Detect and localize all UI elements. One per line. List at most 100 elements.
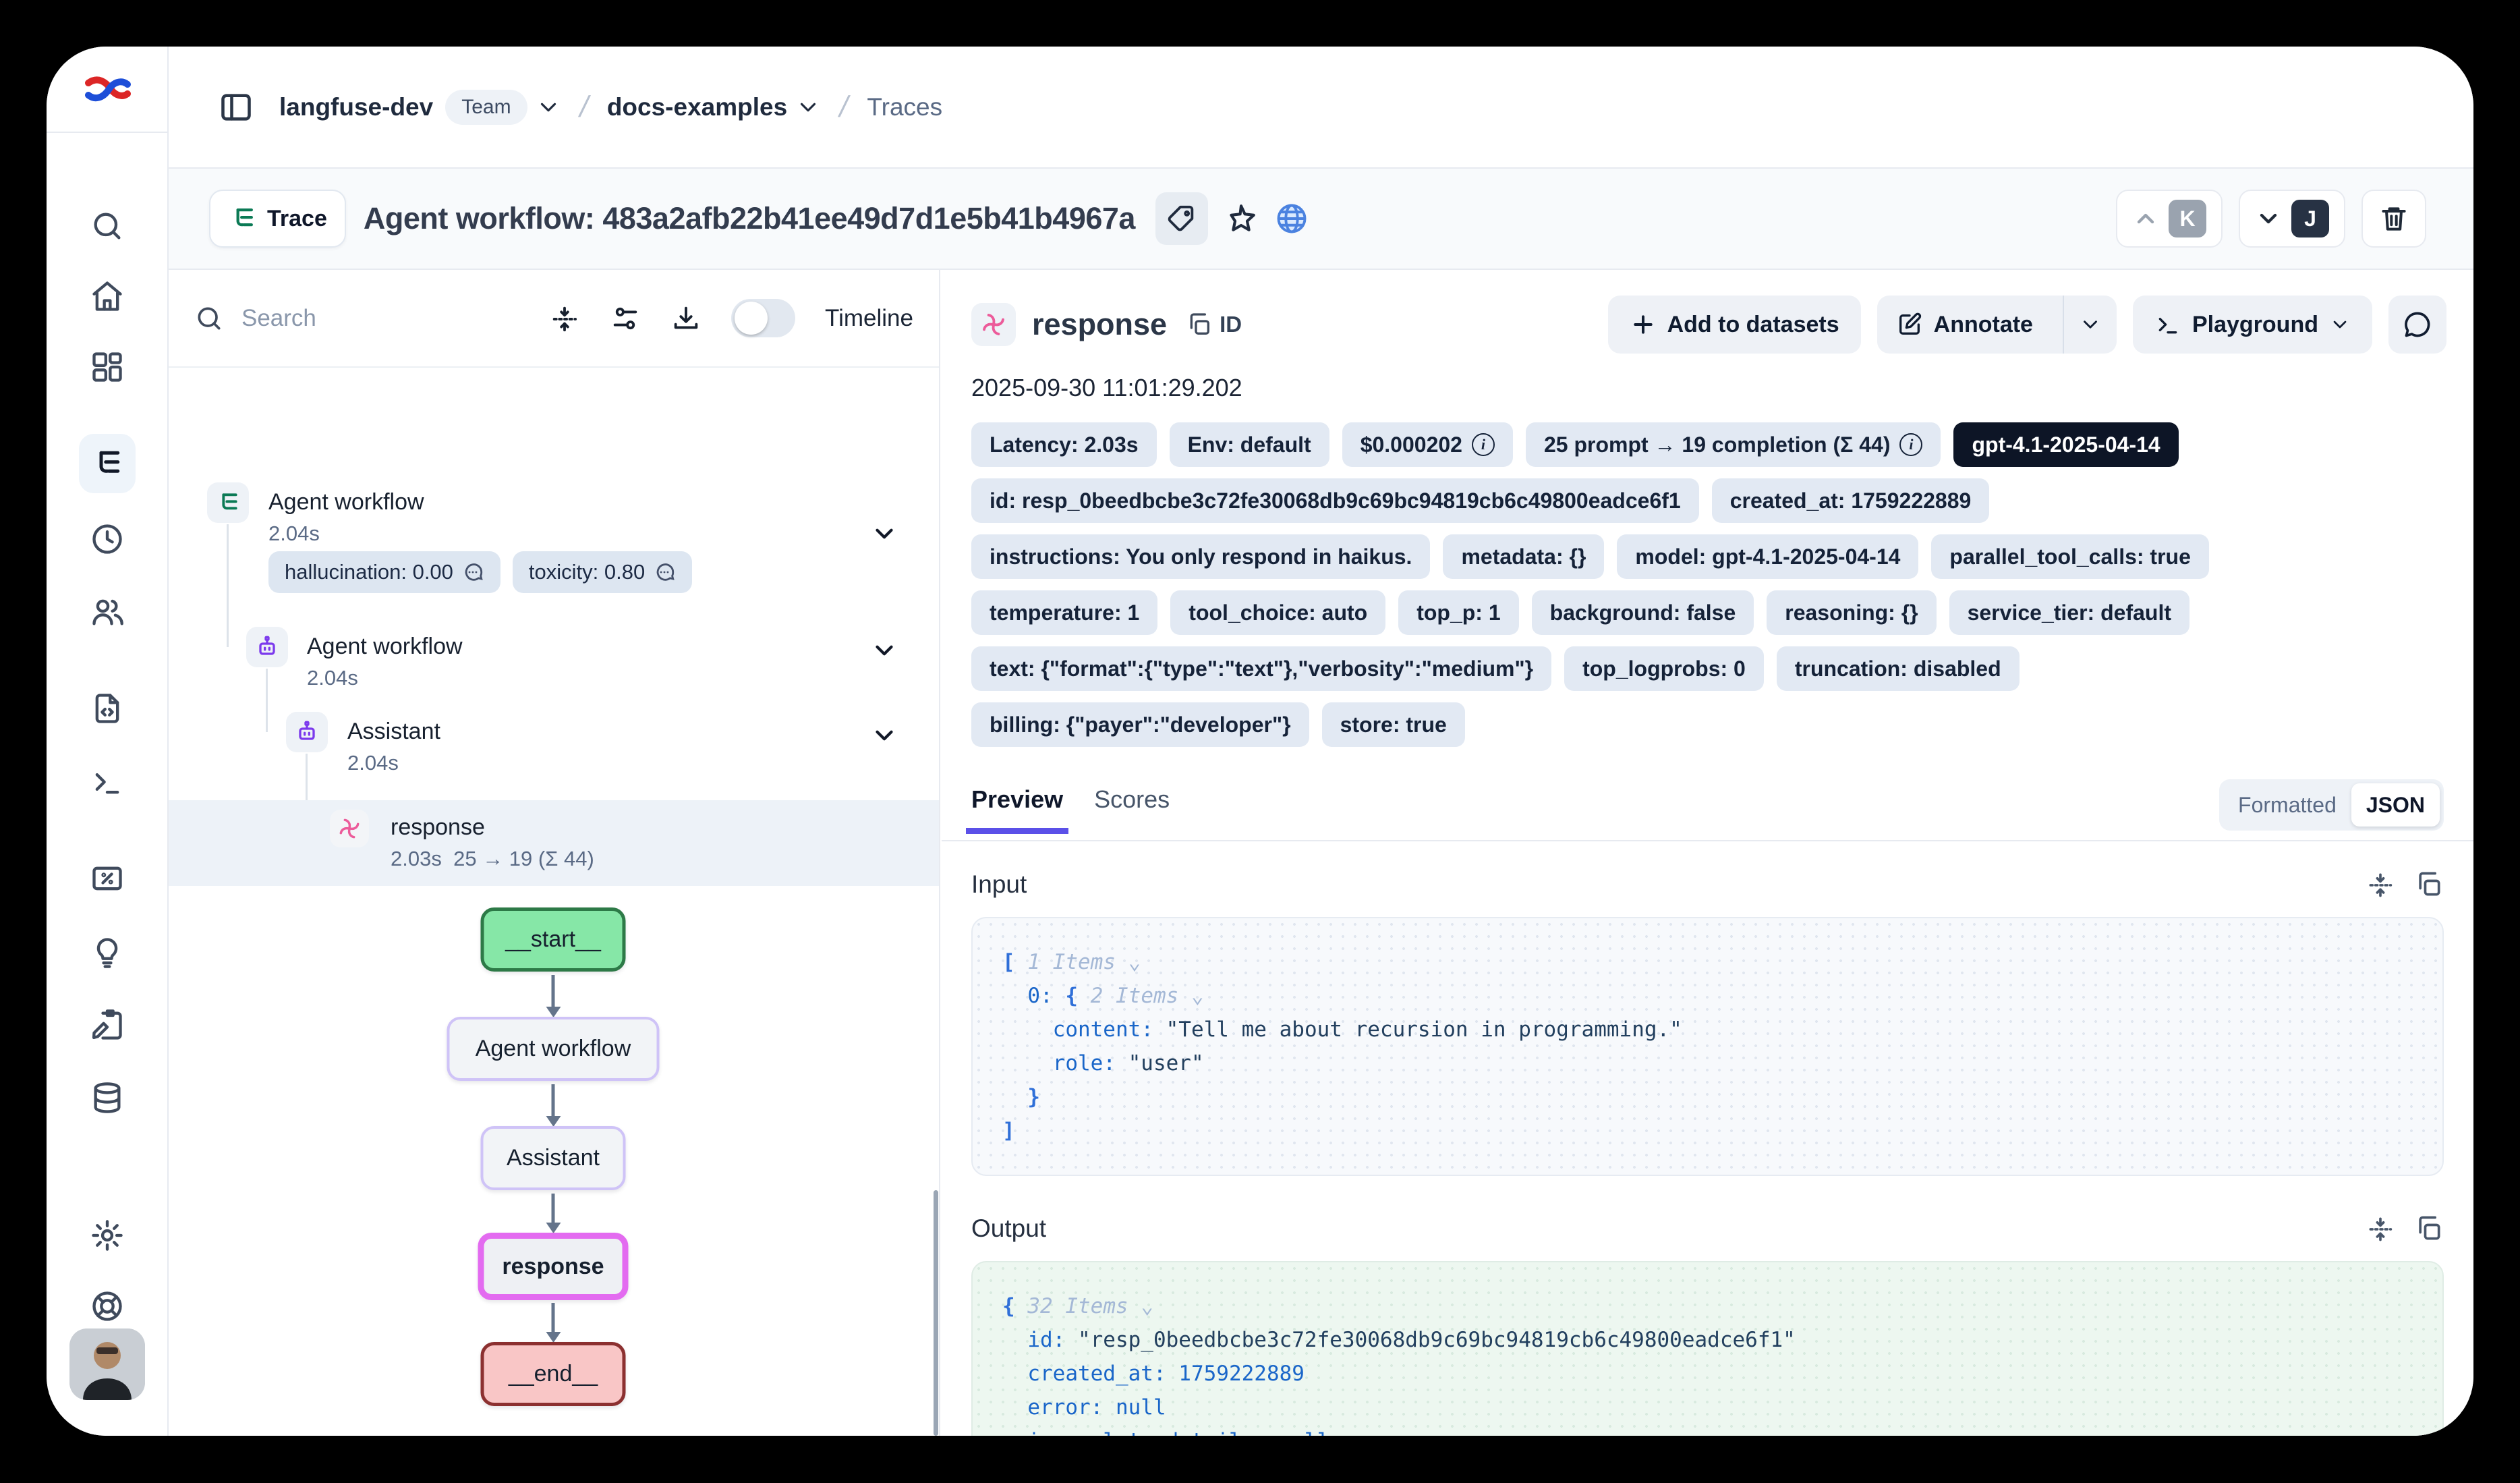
rail-dashboards-icon[interactable]	[47, 349, 167, 385]
format-option-formatted[interactable]: Formatted	[2223, 793, 2351, 818]
rail-traces-icon-active[interactable]	[47, 434, 167, 493]
json-token: :	[1153, 1362, 1178, 1386]
project-name[interactable]: docs-examples	[607, 93, 787, 121]
json-collapse-chevron[interactable]: ⌄	[1128, 950, 1141, 974]
playground-button[interactable]: Playground	[2133, 296, 2372, 354]
next-trace-button[interactable]: J	[2239, 190, 2345, 248]
format-option-json[interactable]: JSON	[2351, 783, 2440, 827]
collapse-icon[interactable]	[2366, 870, 2395, 899]
breadcrumb-separator: /	[576, 90, 592, 124]
tab-preview[interactable]: Preview	[971, 785, 1063, 834]
timeline-toggle[interactable]	[731, 299, 795, 337]
score-chip[interactable]: hallucination: 0.00	[268, 551, 500, 593]
search-icon	[194, 304, 224, 333]
score-chip[interactable]: toxicity: 0.80	[513, 551, 692, 593]
metadata-badge: service_tier: defaulti	[1949, 590, 2189, 635]
filter-settings-icon[interactable]	[610, 303, 641, 334]
collapse-chevron-icon[interactable]	[870, 636, 898, 665]
rail-annotation-icon[interactable]	[47, 1007, 167, 1042]
search-input[interactable]	[241, 305, 444, 332]
tree-panel-scrollbar[interactable]	[934, 1190, 938, 1436]
observation-timestamp: 2025-09-30 11:01:29.202	[971, 374, 2473, 402]
rail-playground-icon[interactable]	[47, 764, 167, 800]
graph-edge	[552, 1194, 555, 1223]
rail-scores-icon[interactable]	[47, 861, 167, 896]
add-to-datasets-button[interactable]: Add to datasets	[1608, 296, 1861, 354]
json-collapse-chevron[interactable]: ⌄	[1141, 1294, 1153, 1318]
json-token: :	[1040, 984, 1065, 1008]
langfuse-logo[interactable]	[47, 47, 167, 133]
metadata-badge: parallel_tool_calls: truei	[1931, 534, 2208, 579]
copy-icon[interactable]	[2414, 870, 2444, 899]
metadata-badge: text: {"format":{"type":"text"},"verbosi…	[971, 646, 1551, 691]
rail-sessions-icon[interactable]	[47, 522, 167, 557]
graph-node-assistant[interactable]: Assistant	[481, 1126, 626, 1190]
breadcrumb-section[interactable]: Traces	[867, 93, 942, 121]
agent-node-icon[interactable]	[286, 712, 328, 752]
tree-node-label[interactable]: Assistant	[347, 719, 440, 745]
tag-icon[interactable]	[1155, 192, 1208, 245]
rail-home-icon[interactable]	[47, 279, 167, 314]
trace-node-icon[interactable]	[207, 482, 249, 523]
comments-button[interactable]	[2388, 296, 2446, 354]
info-icon[interactable]: i	[1472, 433, 1495, 456]
collapse-chevron-icon[interactable]	[870, 520, 898, 548]
metadata-badges: Latency: 2.03siEnv: defaulti$0.000202i25…	[971, 422, 2446, 747]
annotate-dropdown-button[interactable]	[2063, 296, 2117, 354]
selected-row-highlight	[169, 800, 939, 886]
rail-support-icon[interactable]	[47, 1289, 167, 1324]
plus-icon	[1630, 311, 1657, 338]
sidebar-toggle-icon[interactable]	[219, 90, 254, 125]
agent-node-icon[interactable]	[246, 627, 288, 667]
graph-node-end[interactable]: __end__	[481, 1342, 626, 1406]
detail-tabs: Preview Scores Formatted JSON	[942, 779, 2473, 840]
project-chevron-down-icon[interactable]	[795, 94, 821, 120]
annotate-button[interactable]: Annotate	[1877, 296, 2052, 354]
rail-evaluators-icon[interactable]	[47, 935, 167, 970]
tree-node-label[interactable]: response	[391, 814, 485, 841]
org-name[interactable]: langfuse-dev	[279, 93, 433, 121]
org-chevron-down-icon[interactable]	[536, 94, 561, 120]
metadata-badge: top_p: 1i	[1398, 590, 1518, 635]
info-icon[interactable]: i	[1899, 433, 1922, 456]
metadata-badge: model: gpt-4.1-2025-04-14i	[1617, 534, 1918, 579]
collapse-chevron-icon[interactable]	[870, 721, 898, 750]
download-icon[interactable]	[670, 303, 701, 334]
json-token: "user"	[1128, 1051, 1204, 1075]
generation-metrics: 2.03s 25 → 19 (Σ 44)	[391, 847, 594, 871]
tree-node-label[interactable]: Agent workflow	[268, 489, 424, 515]
graph-node-workflow[interactable]: Agent workflow	[447, 1017, 660, 1081]
tab-scores[interactable]: Scores	[1094, 785, 1170, 834]
delete-trace-button[interactable]	[2361, 190, 2426, 248]
star-icon[interactable]	[1224, 202, 1258, 235]
copy-icon[interactable]	[2414, 1214, 2444, 1243]
json-collapse-chevron[interactable]: ⌄	[1191, 984, 1204, 1008]
rail-datasets-icon[interactable]	[47, 1080, 167, 1115]
json-token: 0	[1027, 984, 1040, 1008]
prev-trace-button[interactable]: K	[2116, 190, 2223, 248]
metadata-badge: billing: {"payer":"developer"}i	[971, 702, 1309, 747]
graph-edge	[552, 975, 555, 1007]
rail-settings-icon[interactable]	[47, 1218, 167, 1253]
graph-node-response[interactable]: response	[478, 1233, 629, 1300]
format-toggle: Formatted JSON	[2219, 779, 2444, 831]
graph-node-start[interactable]: __start__	[481, 907, 626, 972]
generation-node-icon[interactable]	[330, 810, 369, 847]
json-token: 2 Items	[1078, 984, 1191, 1008]
trace-title: Agent workflow: 483a2afb22b41ee49d7d1e5b…	[364, 201, 1135, 236]
json-token	[1002, 1017, 1053, 1042]
rail-prompts-icon[interactable]	[47, 691, 167, 726]
metadata-badge: 25 prompt → 19 completion (Σ 44)i	[1526, 422, 1941, 467]
user-avatar[interactable]	[47, 1328, 167, 1400]
copy-id-button[interactable]: ID	[1186, 311, 1242, 338]
metadata-badge: instructions: You only respond in haikus…	[971, 534, 1430, 579]
json-token	[1002, 1429, 1027, 1436]
json-token: "resp_0beedbcbe3c72fe30068db9c69bc94819c…	[1078, 1328, 1796, 1352]
collapse-all-icon[interactable]	[549, 303, 580, 334]
globe-icon[interactable]	[1274, 201, 1309, 236]
collapse-icon[interactable]	[2366, 1214, 2395, 1243]
tree-node-label[interactable]: Agent workflow	[307, 634, 463, 660]
json-token	[1002, 1395, 1027, 1420]
rail-users-icon[interactable]	[47, 594, 167, 629]
rail-search-icon[interactable]	[47, 208, 167, 244]
